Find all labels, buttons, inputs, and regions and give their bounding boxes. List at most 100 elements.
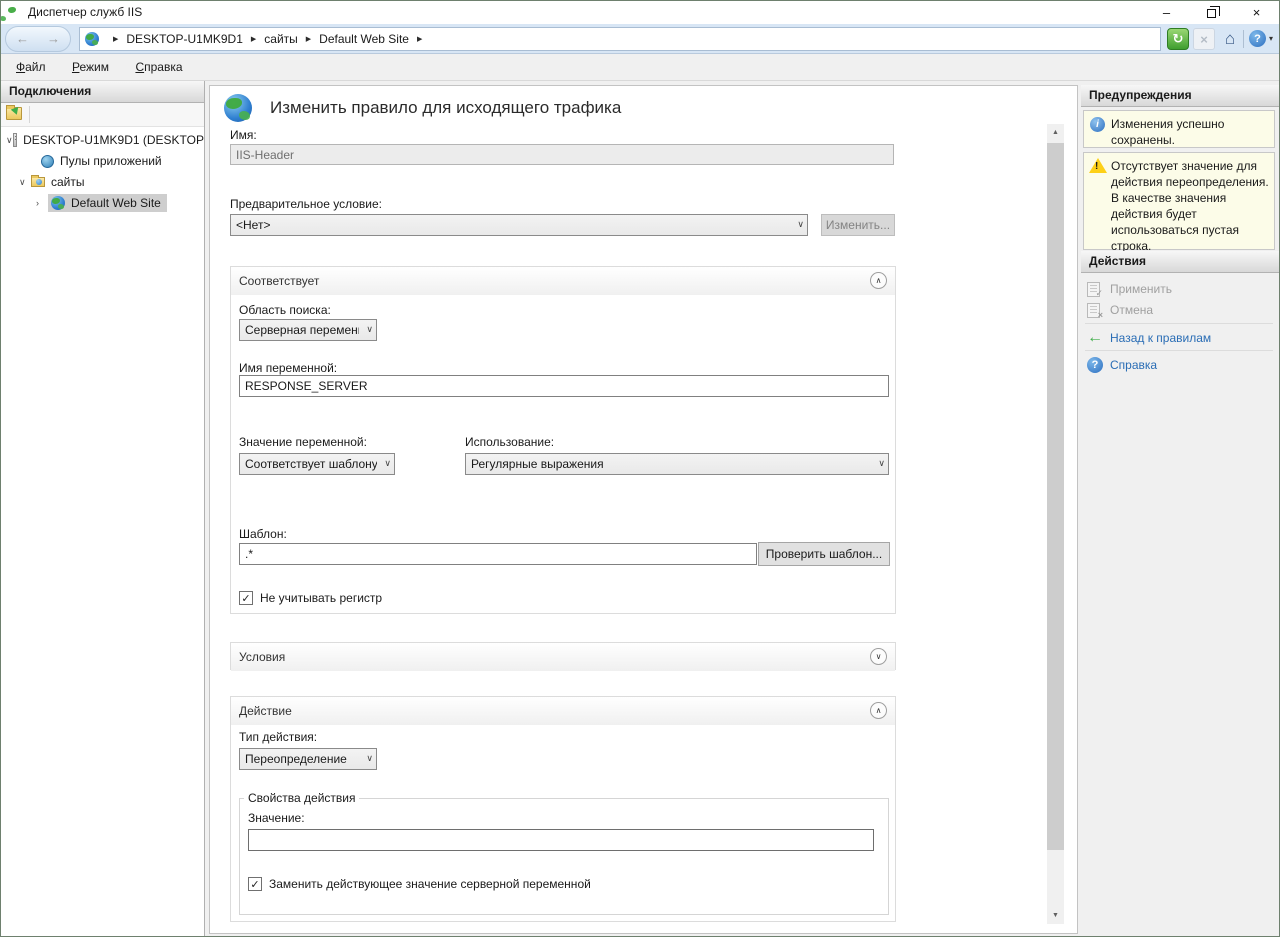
info-icon: i <box>1090 117 1105 132</box>
checkbox-checked-icon[interactable]: ✓ <box>239 591 253 605</box>
breadcrumb[interactable]: ▶ DESKTOP-U1MK9D1 ▶ сайты ▶ Default Web … <box>79 27 1161 51</box>
action-value-input[interactable] <box>248 829 874 851</box>
variable-name-input[interactable] <box>239 375 889 397</box>
scope-value: Серверная переменн <box>245 323 359 337</box>
back-to-rules-label: Назад к правилам <box>1110 331 1211 345</box>
action-properties-group: Свойства действия Значение: ✓ Заменить д… <box>239 791 889 915</box>
precondition-select[interactable]: <Нет> ∨ <box>230 214 808 236</box>
help-caret-icon[interactable]: ▾ <box>1269 34 1273 43</box>
menu-help[interactable]: Справка <box>124 55 193 80</box>
ignore-case-checkbox-row[interactable]: ✓ Не учитывать регистр <box>239 591 382 605</box>
scrollbar-thumb[interactable] <box>1047 143 1064 850</box>
home-icon: ⌂ <box>1225 29 1235 49</box>
back-icon[interactable]: ← <box>16 31 29 46</box>
tree-item-server[interactable]: ∨ DESKTOP-U1MK9D1 (DESKTOP <box>1 130 204 150</box>
address-bar: ← → ▶ DESKTOP-U1MK9D1 ▶ сайты ▶ Default … <box>1 24 1279 54</box>
apply-action[interactable]: ✓ Применить <box>1087 279 1172 299</box>
conditions-section-header[interactable]: Условия ∨ <box>231 643 895 671</box>
actions-header: Действия <box>1081 251 1280 273</box>
tree-item-default-web-site[interactable]: › Default Web Site <box>1 193 204 213</box>
help-link[interactable]: ? Справка <box>1087 355 1157 375</box>
scroll-down-button[interactable]: ▼ <box>1047 907 1064 924</box>
stop-button[interactable]: × <box>1193 28 1215 50</box>
action-section-title: Действие <box>239 704 292 718</box>
action-properties-title: Свойства действия <box>244 791 359 805</box>
help-icon: ? <box>1087 357 1103 373</box>
menu-view[interactable]: Режим <box>61 55 120 80</box>
action-section: Действие ∧ Тип действия: Переопределение… <box>230 696 896 922</box>
change-precondition-button[interactable]: Изменить... <box>821 214 895 236</box>
restore-icon <box>1207 9 1216 18</box>
variable-value-select[interactable]: Соответствует шаблону ∨ <box>239 453 395 475</box>
info-glyph: i <box>1096 119 1099 130</box>
test-pattern-button[interactable]: Проверить шаблон... <box>758 542 890 566</box>
selected-tree-item[interactable]: Default Web Site <box>48 194 167 212</box>
replace-value-checkbox-row[interactable]: ✓ Заменить действующее значение серверно… <box>248 877 591 891</box>
breadcrumb-item-sites[interactable]: сайты <box>264 32 298 46</box>
close-icon: × <box>1098 310 1103 320</box>
checkbox-checked-icon[interactable]: ✓ <box>248 877 262 891</box>
cancel-action[interactable]: × Отмена <box>1087 300 1153 320</box>
sites-folder-icon <box>31 177 45 187</box>
refresh-button[interactable]: ↻ <box>1167 28 1189 50</box>
breadcrumb-item-server[interactable]: DESKTOP-U1MK9D1 <box>126 32 242 46</box>
toolbar-divider <box>29 106 30 123</box>
apply-icon: ✓ <box>1087 282 1100 297</box>
breadcrumb-item-default-web-site[interactable]: Default Web Site <box>319 32 409 46</box>
tree-item-label: DESKTOP-U1MK9D1 (DESKTOP <box>23 133 204 147</box>
right-panel: Предупреждения i Изменения успешно сохра… <box>1081 85 1280 936</box>
tree-expanded-icon[interactable]: ∨ <box>6 135 13 146</box>
connections-panel: Подключения ∨ DESKTOP-U1MK9D1 (DESKTOP П… <box>1 81 205 936</box>
expand-button[interactable]: ∨ <box>870 648 887 665</box>
menu-file[interactable]: Файл <box>5 55 57 80</box>
tree-item-label: Default Web Site <box>71 196 161 210</box>
using-label: Использование: <box>465 435 554 449</box>
help-button[interactable]: ? <box>1249 30 1266 47</box>
home-button[interactable]: ⌂ <box>1219 28 1241 50</box>
close-icon: × <box>1253 5 1261 20</box>
chevron-down-icon: ∨ <box>878 458 885 469</box>
name-input[interactable] <box>230 144 894 165</box>
info-alert: i Изменения успешно сохранены. <box>1083 110 1275 148</box>
tree-item-sites[interactable]: ∨ сайты <box>1 172 204 192</box>
refresh-icon: ↻ <box>1173 31 1184 47</box>
match-section-header[interactable]: Соответствует ∧ <box>231 267 895 295</box>
warning-alert-text: Отсутствует значение для действия переоп… <box>1111 158 1270 254</box>
chevron-down-icon: ∨ <box>366 753 373 764</box>
minimize-button[interactable]: – <box>1144 1 1189 24</box>
action-type-label: Тип действия: <box>239 730 317 744</box>
connections-toolbar <box>1 103 204 127</box>
menu-bar: Файл Режим Справка <box>1 55 1279 81</box>
navigation-buttons: ← → <box>5 26 71 52</box>
chevron-down-icon: ∨ <box>876 652 882 661</box>
tree-collapsed-icon[interactable]: › <box>36 198 48 208</box>
warning-alert: ! Отсутствует значение для действия пере… <box>1083 152 1275 250</box>
match-section-title: Соответствует <box>239 274 319 288</box>
scroll-up-button[interactable]: ▲ <box>1047 124 1064 141</box>
using-select[interactable]: Регулярные выражения ∨ <box>465 453 889 475</box>
action-type-select[interactable]: Переопределение ∨ <box>239 748 377 770</box>
content-scrollbar[interactable]: ▲ ▼ <box>1047 124 1064 924</box>
connections-header: Подключения <box>1 81 204 103</box>
restore-button[interactable] <box>1189 1 1234 24</box>
create-connection-icon[interactable] <box>6 107 22 120</box>
collapse-button[interactable]: ∧ <box>870 702 887 719</box>
tree-expanded-icon[interactable]: ∨ <box>19 177 31 188</box>
toolbar-divider <box>1243 30 1244 48</box>
back-to-rules-link[interactable]: ← Назад к правилам <box>1087 328 1211 348</box>
close-button[interactable]: × <box>1234 1 1279 24</box>
action-section-header[interactable]: Действие ∧ <box>231 697 895 725</box>
collapse-button[interactable]: ∧ <box>870 272 887 289</box>
variable-name-label: Имя переменной: <box>239 361 337 375</box>
replace-value-label: Заменить действующее значение серверной … <box>269 877 591 891</box>
tree-item-app-pools[interactable]: Пулы приложений <box>1 151 204 171</box>
globe-icon <box>85 32 99 46</box>
scroll-down-icon: ▼ <box>1052 912 1059 919</box>
pattern-input[interactable] <box>239 543 757 565</box>
scope-select[interactable]: Серверная переменн ∨ <box>239 319 377 341</box>
chevron-down-icon: ∨ <box>797 219 804 230</box>
warning-glyph: ! <box>1095 161 1098 172</box>
chevron-up-icon: ∧ <box>876 276 882 285</box>
connections-tree: ∨ DESKTOP-U1MK9D1 (DESKTOP Пулы приложен… <box>1 127 204 936</box>
forward-icon[interactable]: → <box>47 31 60 46</box>
